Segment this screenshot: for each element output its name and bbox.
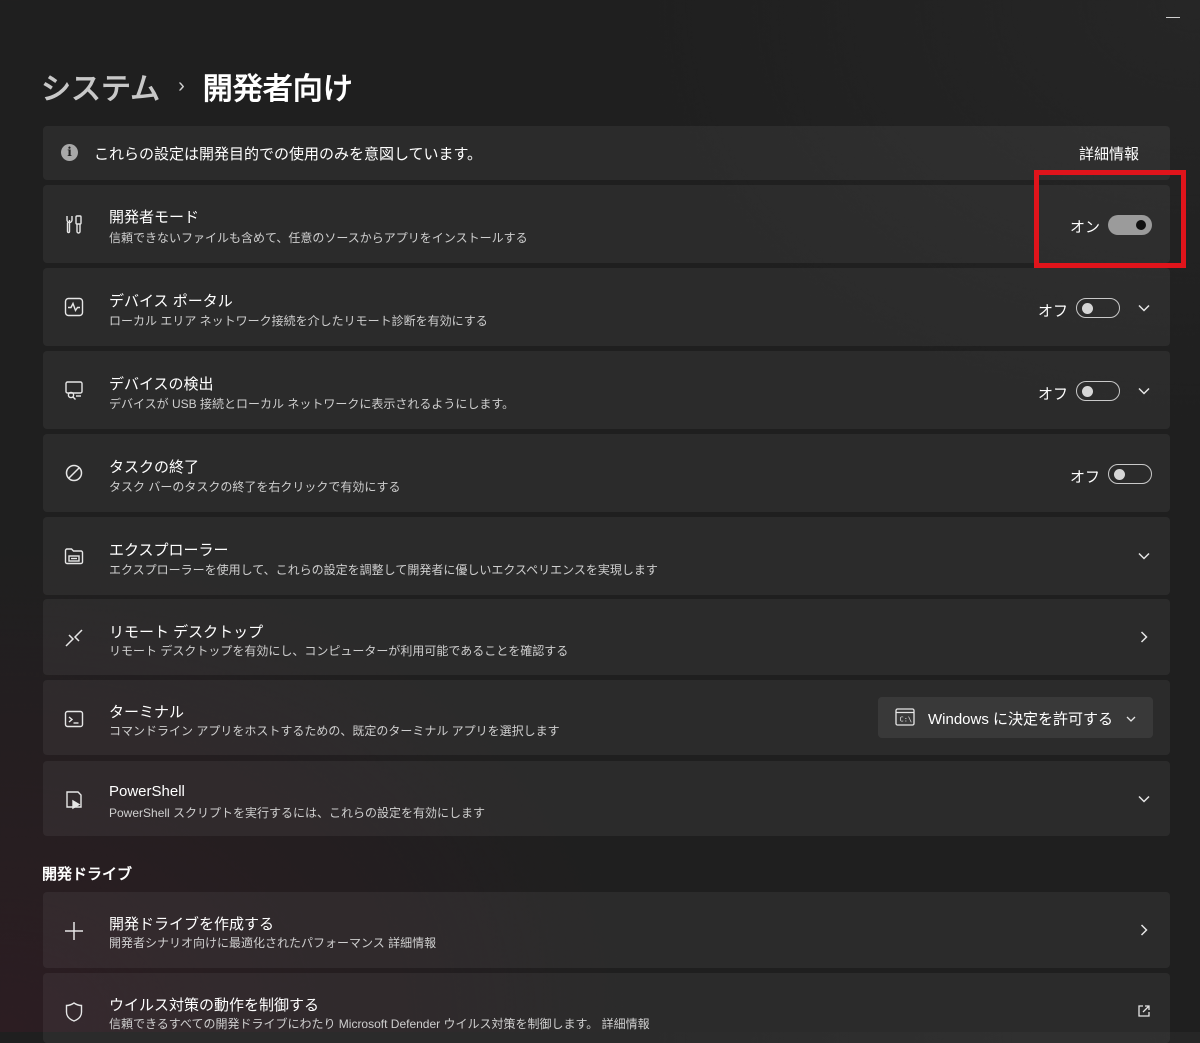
- external-link-icon[interactable]: [1137, 1004, 1151, 1018]
- developer-tools-icon: [63, 213, 85, 235]
- row-title: 開発者モード: [109, 209, 200, 226]
- row-description: 信頼できるすべての開発ドライブにわたり Microsoft Defender ウ…: [109, 1017, 650, 1031]
- setting-device-discovery[interactable]: デバイスの検出 デバイスが USB 接続とローカル ネットワークに表示されるよう…: [43, 351, 1170, 429]
- row-description: デバイスが USB 接続とローカル ネットワークに表示されるようにします。: [109, 397, 515, 411]
- more-info-link[interactable]: 詳細情報: [1079, 143, 1139, 164]
- row-description: コマンドライン アプリをホストするための、既定のターミナル アプリを選択します: [109, 724, 560, 738]
- chevron-right-icon[interactable]: [1137, 923, 1151, 937]
- device-discovery-toggle[interactable]: [1076, 381, 1120, 401]
- setting-explorer[interactable]: エクスプローラー エクスプローラーを使用して、これらの設定を調整して開発者に優し…: [43, 517, 1170, 595]
- device-discovery-icon: [63, 379, 85, 401]
- row-description: エクスプローラーを使用して、これらの設定を調整して開発者に優しいエクスペリエンス…: [109, 563, 658, 577]
- breadcrumb-parent[interactable]: システム: [41, 64, 160, 108]
- setting-create-dev-drive[interactable]: 開発ドライブを作成する 開発者シナリオ向けに最適化されたパフォーマンス 詳細情報: [43, 892, 1170, 968]
- setting-end-task: タスクの終了 タスク バーのタスクの終了を右クリックで有効にする オフ: [43, 434, 1170, 512]
- row-description: ローカル エリア ネットワーク接続を介したリモート診断を有効にする: [109, 314, 488, 328]
- setting-device-portal[interactable]: デバイス ポータル ローカル エリア ネットワーク接続を介したリモート診断を有効…: [43, 268, 1170, 346]
- row-description: PowerShell スクリプトを実行するには、これらの設定を有効にします: [109, 806, 486, 820]
- row-title: PowerShell: [109, 783, 185, 800]
- toggle-state-label: オフ: [1070, 469, 1101, 486]
- row-title: ターミナル: [109, 704, 185, 721]
- row-title: タスクの終了: [109, 459, 200, 476]
- row-description: 開発者シナリオ向けに最適化されたパフォーマンス 詳細情報: [109, 936, 437, 950]
- terminal-select[interactable]: C:\ Windows に決定を許可する: [878, 697, 1153, 738]
- device-portal-toggle[interactable]: [1076, 298, 1120, 318]
- minimize-button[interactable]: [1166, 6, 1180, 18]
- row-title: デバイスの検出: [109, 376, 214, 393]
- setting-remote-desktop[interactable]: リモート デスクトップ リモート デスクトップを有効にし、コンピューターが利用可…: [43, 599, 1170, 675]
- chevron-down-icon[interactable]: [1137, 301, 1151, 315]
- toggle-state-label: オフ: [1038, 386, 1069, 403]
- shield-icon: [63, 1001, 85, 1023]
- section-heading-dev-drive: 開発ドライブ: [42, 866, 133, 883]
- row-title: 開発ドライブを作成する: [109, 916, 275, 933]
- row-description: 信頼できないファイルも含めて、任意のソースからアプリをインストールする: [109, 231, 528, 245]
- highlight-annotation-box: [1034, 170, 1186, 268]
- remote-desktop-icon: [63, 627, 85, 649]
- info-text: これらの設定は開発目的での使用のみを意図しています。: [94, 146, 483, 163]
- toggle-state-label: オフ: [1038, 303, 1069, 320]
- explorer-folder-icon: [63, 545, 85, 567]
- chevron-right-icon[interactable]: [1137, 630, 1151, 644]
- info-banner: i これらの設定は開発目的での使用のみを意図しています。 詳細情報: [43, 126, 1170, 180]
- row-title: エクスプローラー: [109, 542, 229, 559]
- row-title: ウイルス対策の動作を制御する: [109, 997, 320, 1014]
- setting-antivirus-control[interactable]: ウイルス対策の動作を制御する 信頼できるすべての開発ドライブにわたり Micro…: [43, 973, 1170, 1043]
- end-task-toggle[interactable]: [1108, 464, 1152, 484]
- end-task-icon: [63, 462, 85, 484]
- row-description: リモート デスクトップを有効にし、コンピューターが利用可能であることを確認する: [109, 644, 569, 658]
- terminal-icon: [63, 708, 85, 730]
- device-portal-icon: [63, 296, 85, 318]
- powershell-icon: [63, 789, 85, 811]
- breadcrumb: システム › 開発者向け: [41, 64, 353, 108]
- plus-icon: [63, 920, 85, 942]
- chevron-down-icon[interactable]: [1137, 549, 1151, 563]
- info-icon: i: [61, 144, 78, 161]
- row-title: リモート デスクトップ: [109, 624, 264, 641]
- breadcrumb-separator: ›: [178, 74, 185, 97]
- row-description: タスク バーのタスクの終了を右クリックで有効にする: [109, 480, 401, 494]
- row-title: デバイス ポータル: [109, 293, 233, 310]
- terminal-app-icon: C:\: [895, 708, 915, 726]
- chevron-down-icon: [1125, 712, 1137, 724]
- page-title: 開発者向け: [202, 73, 353, 106]
- setting-powershell[interactable]: PowerShell PowerShell スクリプトを実行するには、これらの設…: [43, 761, 1170, 836]
- setting-developer-mode: 開発者モード 信頼できないファイルも含めて、任意のソースからアプリをインストール…: [43, 185, 1170, 263]
- terminal-select-value: Windows に決定を許可する: [928, 711, 1114, 728]
- chevron-down-icon[interactable]: [1137, 792, 1151, 806]
- chevron-down-icon[interactable]: [1137, 384, 1151, 398]
- svg-text:C:\: C:\: [900, 716, 913, 724]
